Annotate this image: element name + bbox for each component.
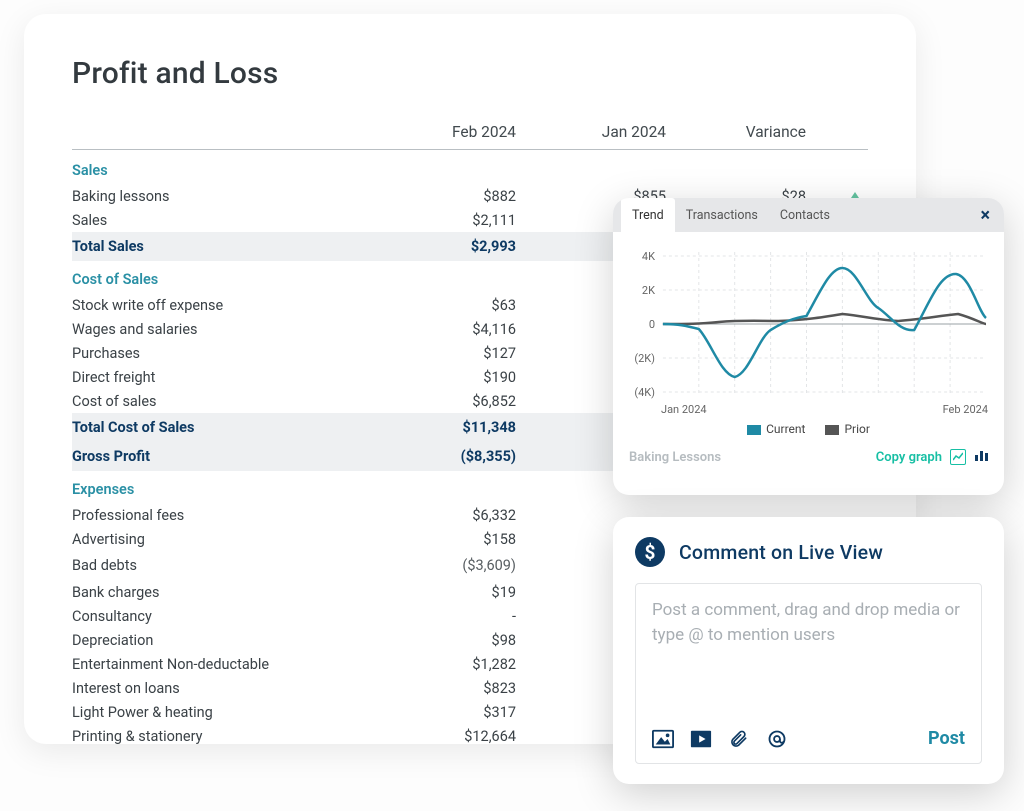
chart-legend: Current Prior bbox=[613, 422, 1004, 436]
comment-title: Comment on Live View bbox=[679, 541, 883, 564]
copy-graph-button[interactable]: Copy graph bbox=[876, 450, 942, 465]
col-jan: Jan 2024 bbox=[532, 123, 682, 150]
legend-label: Current bbox=[766, 422, 805, 436]
dollar-icon: $ bbox=[635, 537, 665, 567]
legend-swatch-current bbox=[747, 425, 761, 435]
tab-trend[interactable]: Trend bbox=[621, 198, 675, 232]
series-prior bbox=[663, 314, 986, 324]
comment-placeholder: Post a comment, drag and drop media or t… bbox=[652, 598, 965, 728]
video-icon[interactable] bbox=[690, 729, 712, 749]
legend-swatch-prior bbox=[825, 425, 839, 435]
trend-chart: 4K 2K 0 (2K) (4K) Jan 2024 Feb 2024 bbox=[629, 246, 988, 416]
attachment-icon[interactable] bbox=[728, 729, 750, 749]
col-variance: Variance bbox=[682, 123, 842, 150]
category-sales: Sales bbox=[72, 150, 868, 185]
col-feb: Feb 2024 bbox=[382, 123, 532, 150]
image-icon[interactable] bbox=[652, 729, 674, 749]
tab-contacts[interactable]: Contacts bbox=[769, 198, 841, 232]
table-header-row: Feb 2024 Jan 2024 Variance bbox=[72, 123, 868, 150]
line-chart-icon[interactable] bbox=[950, 449, 966, 465]
post-button[interactable]: Post bbox=[928, 728, 965, 749]
chart-svg bbox=[629, 246, 988, 416]
trend-popover: Trend Transactions Contacts × 4K 2K 0 (2… bbox=[613, 198, 1004, 495]
legend-label: Prior bbox=[844, 422, 869, 436]
page-title: Profit and Loss bbox=[72, 56, 868, 91]
comment-input[interactable]: Post a comment, drag and drop media or t… bbox=[635, 583, 982, 764]
tab-transactions[interactable]: Transactions bbox=[675, 198, 769, 232]
mention-icon[interactable] bbox=[766, 729, 788, 749]
series-name: Baking Lessons bbox=[629, 450, 721, 465]
trend-tabs: Trend Transactions Contacts × bbox=[613, 198, 1004, 232]
comment-panel: $ Comment on Live View Post a comment, d… bbox=[613, 517, 1004, 784]
close-icon[interactable]: × bbox=[974, 205, 996, 226]
bar-chart-icon[interactable] bbox=[974, 448, 988, 466]
